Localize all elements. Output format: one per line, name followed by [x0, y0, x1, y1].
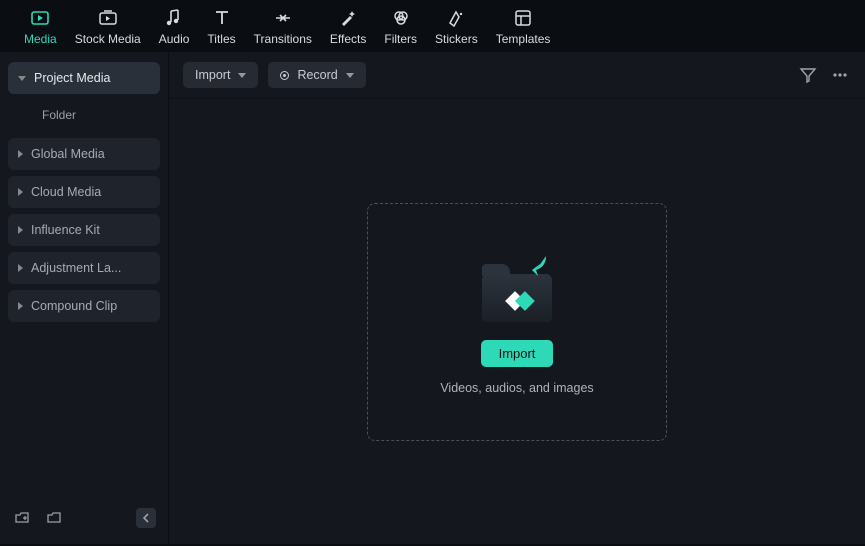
- record-dropdown-label: Record: [297, 68, 337, 82]
- record-icon: [280, 71, 289, 80]
- main-toolbar: Import Record: [169, 52, 865, 99]
- stock-media-icon: [98, 8, 118, 28]
- sidebar-item-label: Folder: [42, 108, 76, 122]
- tab-audio[interactable]: Audio: [159, 8, 190, 46]
- record-dropdown[interactable]: Record: [268, 62, 365, 88]
- tab-label: Titles: [207, 32, 235, 46]
- tab-transitions[interactable]: Transitions: [254, 8, 312, 46]
- chevron-right-icon: [18, 264, 23, 272]
- tab-label: Templates: [496, 32, 551, 46]
- media-icon: [30, 8, 50, 28]
- sidebar-item-compound-clip[interactable]: Compound Clip: [8, 290, 160, 322]
- import-button[interactable]: Import: [481, 340, 554, 367]
- chevron-down-icon: [18, 76, 26, 81]
- chevron-down-icon: [346, 73, 354, 78]
- sidebar-item-label: Global Media: [31, 147, 105, 161]
- sidebar-item-adjustment-layer[interactable]: Adjustment La...: [8, 252, 160, 284]
- sidebar-subitem-folder[interactable]: Folder: [8, 100, 160, 130]
- folder-button[interactable]: [44, 508, 64, 528]
- sidebar-item-label: Compound Clip: [31, 299, 117, 313]
- tab-label: Audio: [159, 32, 190, 46]
- sidebar-item-label: Adjustment La...: [31, 261, 121, 275]
- chevron-right-icon: [18, 150, 23, 158]
- tab-media[interactable]: Media: [24, 8, 57, 46]
- sidebar-item-label: Influence Kit: [31, 223, 100, 237]
- titles-icon: [212, 8, 232, 28]
- tab-filters[interactable]: Filters: [384, 8, 417, 46]
- filters-icon: [391, 8, 411, 28]
- chevron-down-icon: [238, 73, 246, 78]
- tab-label: Transitions: [254, 32, 312, 46]
- content-area: Import Videos, audios, and images: [169, 99, 865, 544]
- tab-label: Stock Media: [75, 32, 141, 46]
- chevron-right-icon: [18, 302, 23, 310]
- import-dropdown-label: Import: [195, 68, 230, 82]
- sidebar-item-label: Project Media: [34, 71, 110, 85]
- new-folder-button[interactable]: [12, 508, 32, 528]
- tab-titles[interactable]: Titles: [207, 8, 235, 46]
- tab-label: Filters: [384, 32, 417, 46]
- sidebar-item-influence-kit[interactable]: Influence Kit: [8, 214, 160, 246]
- sidebar-item-project-media[interactable]: Project Media: [8, 62, 160, 94]
- templates-icon: [513, 8, 533, 28]
- collapse-sidebar-button[interactable]: [136, 508, 156, 528]
- tab-label: Media: [24, 32, 57, 46]
- chevron-right-icon: [18, 226, 23, 234]
- folder-import-icon: [474, 248, 560, 326]
- main-panel: Import Record: [168, 52, 865, 544]
- dropzone-hint: Videos, audios, and images: [440, 381, 593, 395]
- chevron-right-icon: [18, 188, 23, 196]
- tab-label: Effects: [330, 32, 366, 46]
- import-dropzone[interactable]: Import Videos, audios, and images: [367, 203, 667, 441]
- effects-icon: [338, 8, 358, 28]
- tab-label: Stickers: [435, 32, 478, 46]
- tab-effects[interactable]: Effects: [330, 8, 366, 46]
- filter-button[interactable]: [797, 64, 819, 86]
- sidebar-item-label: Cloud Media: [31, 185, 101, 199]
- tab-stock-media[interactable]: Stock Media: [75, 8, 141, 46]
- import-dropdown[interactable]: Import: [183, 62, 258, 88]
- transitions-icon: [273, 8, 293, 28]
- stickers-icon: [446, 8, 466, 28]
- sidebar-item-global-media[interactable]: Global Media: [8, 138, 160, 170]
- tab-stickers[interactable]: Stickers: [435, 8, 478, 46]
- sidebar: Project Media Folder Global Media Cloud …: [0, 52, 168, 544]
- top-tabs: Media Stock Media Audio Titles Transitio…: [0, 0, 865, 52]
- more-options-button[interactable]: [829, 64, 851, 86]
- audio-icon: [164, 8, 184, 28]
- sidebar-item-cloud-media[interactable]: Cloud Media: [8, 176, 160, 208]
- tab-templates[interactable]: Templates: [496, 8, 551, 46]
